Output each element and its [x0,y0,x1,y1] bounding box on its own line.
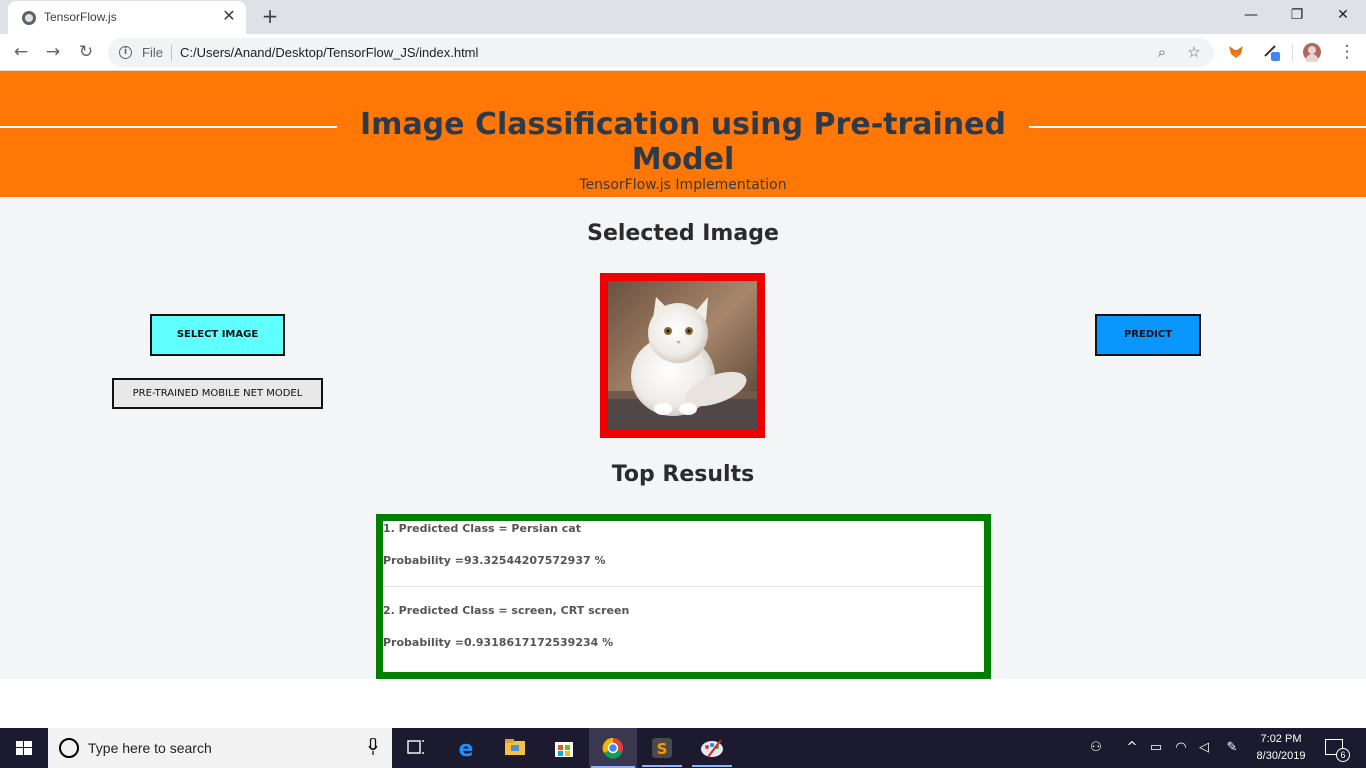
people-icon[interactable]: ⚇ [1088,740,1104,756]
select-image-button[interactable]: SELECT IMAGE [150,314,285,356]
reload-icon[interactable]: ↻ [73,40,99,66]
model-button[interactable]: PRE-TRAINED MOBILE NET MODEL [112,378,323,409]
menu-kebab-icon[interactable]: ⋮ [1334,40,1360,66]
taskbar-search[interactable]: Type here to search [48,728,392,768]
battery-icon[interactable]: ▭ [1148,740,1164,756]
chrome-taskbar-button[interactable] [589,728,637,768]
new-tab-button[interactable]: + [258,5,282,29]
paint-app-icon[interactable] [688,728,736,768]
cat-photo [608,281,757,430]
pen-workspace-icon[interactable]: ✎ [1224,740,1240,756]
clock-time[interactable]: 7:02 PM [1248,733,1314,745]
microphone-icon[interactable] [368,738,378,756]
search-placeholder: Type here to search [88,740,212,756]
windows-start-icon[interactable] [0,728,48,768]
toolbar-divider [1292,44,1293,62]
result-probability: Probability =0.9318617172539234 % [383,636,614,649]
file-explorer-icon[interactable] [491,728,539,768]
clock-date[interactable]: 8/30/2019 [1248,750,1314,762]
browser-toolbar: ← → ↻ i File C:/Users/Anand/Desktop/Tens… [0,34,1366,71]
address-bar[interactable]: i File C:/Users/Anand/Desktop/TensorFlow… [108,38,1214,67]
file-label: File [142,45,163,60]
svg-text:e: e [459,737,474,762]
chrome-icon [602,737,623,759]
result-class: 2. Predicted Class = screen, CRT screen [383,604,630,617]
tab-title: TensorFlow.js [44,10,117,24]
omnibox-divider [171,45,172,61]
sublime-text-icon[interactable]: S [638,728,686,768]
page-subtitle: TensorFlow.js Implementation [579,177,787,193]
globe-icon [22,11,36,25]
profile-avatar-icon[interactable] [1302,42,1322,62]
tab-strip: TensorFlow.js ✕ + — ❐ ✕ [0,0,1366,34]
info-icon[interactable]: i [119,46,132,59]
page-title: Image Classification using Pre-trained M… [360,107,1006,177]
bookmark-star-icon[interactable]: ☆ [1184,42,1204,62]
back-icon[interactable]: ← [8,40,34,66]
store-icon[interactable] [540,728,588,768]
result-class: 1. Predicted Class = Persian cat [383,522,581,535]
selected-image [608,281,757,430]
hero-banner: Image Classification using Pre-trained M… [0,71,1366,197]
url-text[interactable]: C:/Users/Anand/Desktop/TensorFlow_JS/ind… [180,45,478,60]
svg-text:S: S [657,740,668,758]
result-divider [383,586,984,587]
page-body: Image Classification using Pre-trained M… [0,71,1366,679]
selected-image-heading: Selected Image [587,221,779,246]
show-hidden-icons[interactable]: ^ [1124,740,1140,756]
result-probability: Probability =93.32544207572937 % [383,554,606,567]
top-results-heading: Top Results [611,462,755,487]
cortana-icon [59,738,79,758]
zoom-icon[interactable]: ⌕ [1152,42,1172,62]
hero-rule-left [0,126,337,128]
notification-badge: 6 [1336,748,1350,762]
minimize-button[interactable]: — [1231,4,1271,28]
selected-image-frame [600,273,765,438]
forward-icon[interactable]: → [40,40,66,66]
result-item: 1. Predicted Class = Persian cat Probabi… [383,522,984,567]
extension-pen-icon[interactable] [1262,42,1282,62]
edge-browser-icon[interactable]: e [442,728,490,768]
result-item: 2. Predicted Class = screen, CRT screen … [383,604,984,649]
hero-rule-right [1029,126,1366,128]
restore-button[interactable]: ❐ [1277,4,1317,28]
close-window-button[interactable]: ✕ [1323,4,1363,28]
volume-icon[interactable]: ◁ [1196,740,1212,756]
wifi-icon[interactable]: ◠ [1173,740,1189,756]
metamask-fox-icon[interactable] [1226,42,1246,62]
taskbar: Type here to search e S ⚇ ^ ▭ ◠ ◁ ✎ 7:02… [0,728,1366,768]
results-box: 1. Predicted Class = Persian cat Probabi… [376,514,991,679]
predict-button[interactable]: PREDICT [1095,314,1201,356]
task-view-icon[interactable] [392,728,440,768]
browser-tab[interactable]: TensorFlow.js ✕ [8,1,246,34]
close-tab-icon[interactable]: ✕ [220,7,238,25]
